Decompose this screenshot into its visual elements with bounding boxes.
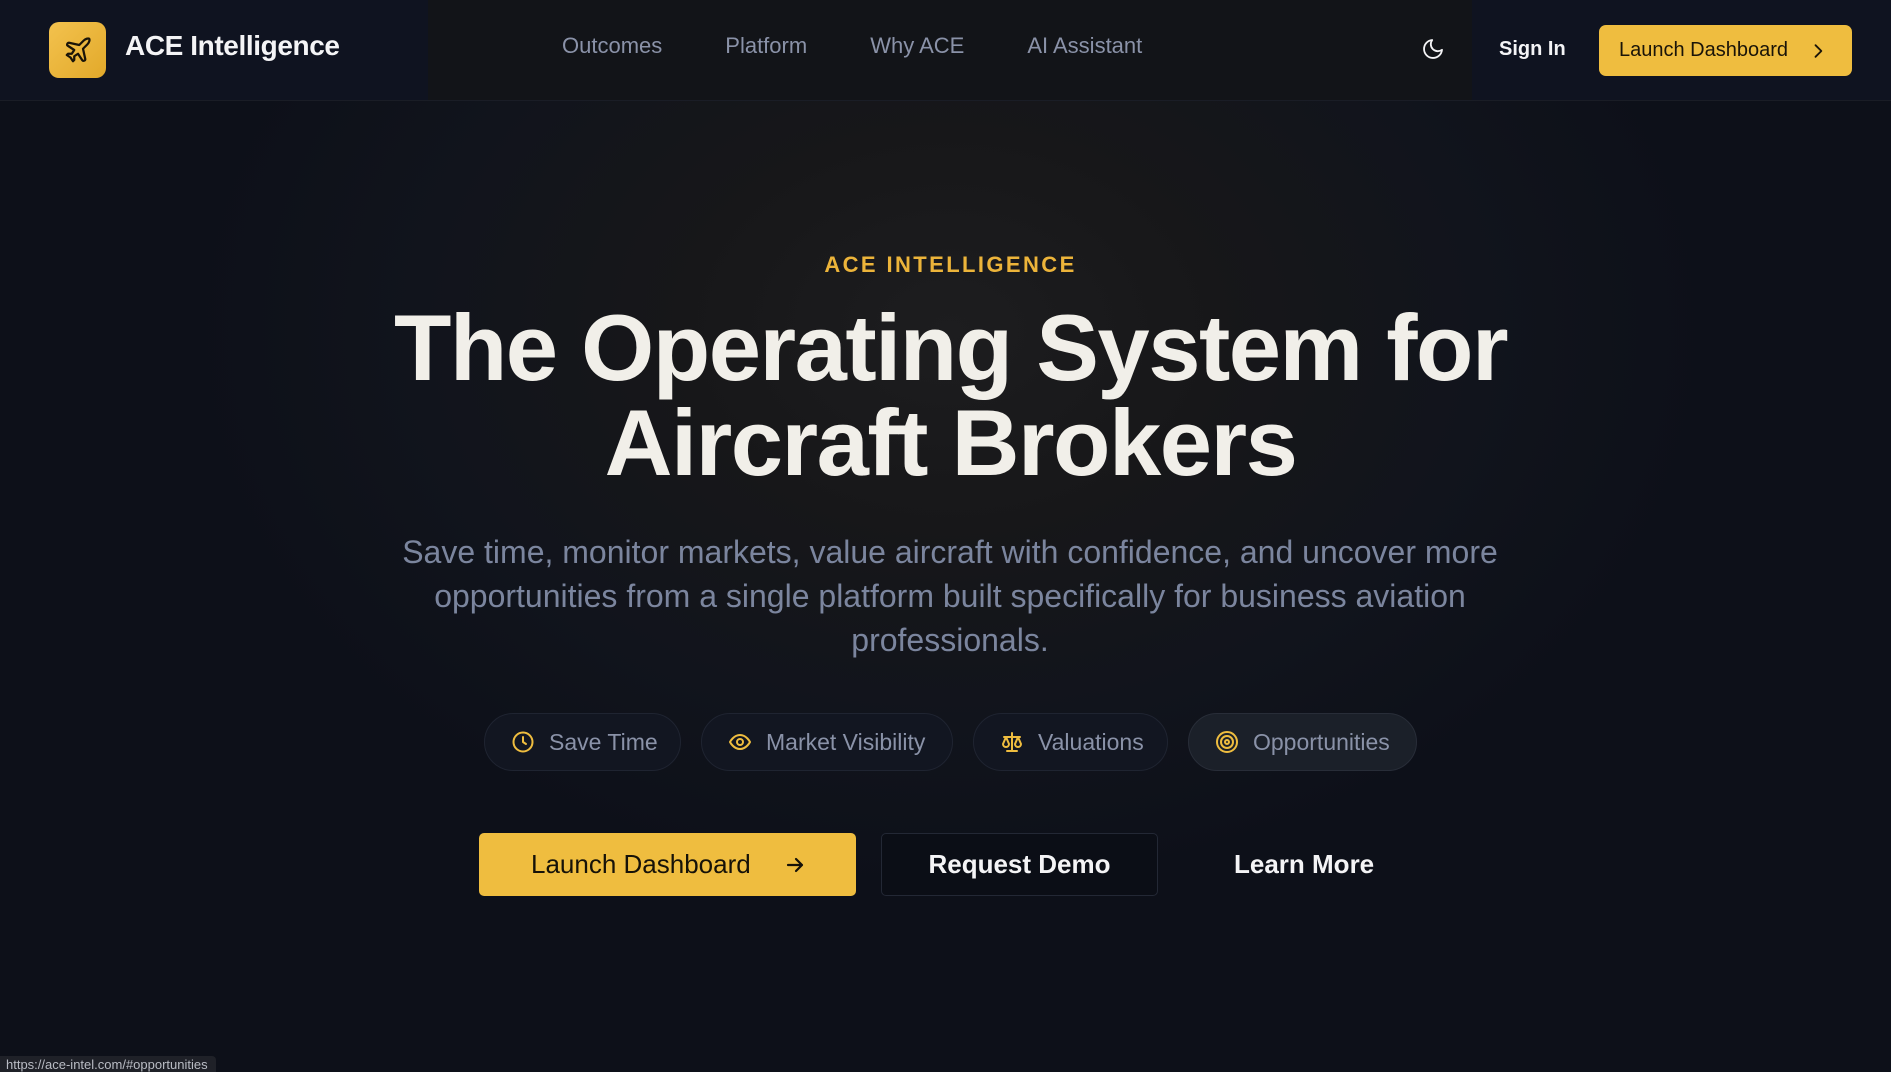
learn-more-link[interactable]: Learn More [1234, 849, 1374, 880]
nav-link-why-ace[interactable]: Why ACE [870, 33, 964, 59]
pill-market-visibility[interactable]: Market Visibility [701, 713, 953, 771]
secondary-cta-label: Request Demo [928, 849, 1111, 879]
moon-icon [1423, 39, 1443, 59]
status-bar-url: https://ace-intel.com/#opportunities [0, 1056, 216, 1072]
logo[interactable] [49, 22, 106, 78]
clock-icon [512, 731, 534, 753]
hero-title-line-2: Aircraft Brokers [604, 390, 1298, 495]
nav-links: Outcomes Platform Why ACE AI Assistant [562, 33, 1142, 59]
hero-title-line-1: The Operating System for [393, 295, 1509, 400]
pill-label: Opportunities [1253, 728, 1390, 755]
sign-in-link[interactable]: Sign In [1499, 38, 1566, 61]
hero-title: The Operating System for Aircraft Broker… [0, 300, 1891, 490]
chevron-right-icon [1814, 44, 1823, 58]
nav-link-outcomes[interactable]: Outcomes [562, 33, 662, 59]
hero-eyebrow: ACE INTELLIGENCE [824, 252, 1077, 277]
top-nav: ACE Intelligence Outcomes Platform Why A… [0, 0, 1891, 101]
launch-dashboard-button[interactable]: Launch Dashboard [479, 833, 856, 896]
pill-label: Valuations [1038, 728, 1144, 755]
nav-launch-dashboard-button[interactable]: Launch Dashboard [1599, 25, 1852, 76]
theme-toggle-button[interactable] [1419, 35, 1447, 63]
pill-save-time[interactable]: Save Time [484, 713, 681, 771]
target-icon [1216, 731, 1238, 753]
nav-link-platform[interactable]: Platform [725, 33, 807, 59]
nav-cta-label: Launch Dashboard [1619, 39, 1789, 61]
eye-icon [729, 734, 751, 750]
request-demo-button[interactable]: Request Demo [881, 833, 1158, 896]
pill-label: Save Time [549, 728, 658, 755]
primary-cta-label: Launch Dashboard [531, 849, 751, 879]
landing-page: ACE Intelligence Outcomes Platform Why A… [0, 0, 1891, 1072]
brand-name[interactable]: ACE Intelligence [125, 30, 340, 62]
plane-icon [65, 37, 91, 63]
hero-subtitle: Save time, monitor markets, value aircra… [402, 534, 1498, 658]
scale-icon [1002, 732, 1022, 752]
arrow-right-icon [786, 857, 804, 873]
nav-link-ai-assistant[interactable]: AI Assistant [1027, 33, 1142, 59]
pill-opportunities[interactable]: Opportunities [1188, 713, 1417, 771]
pill-valuations[interactable]: Valuations [973, 713, 1168, 771]
pill-label: Market Visibility [766, 728, 926, 755]
